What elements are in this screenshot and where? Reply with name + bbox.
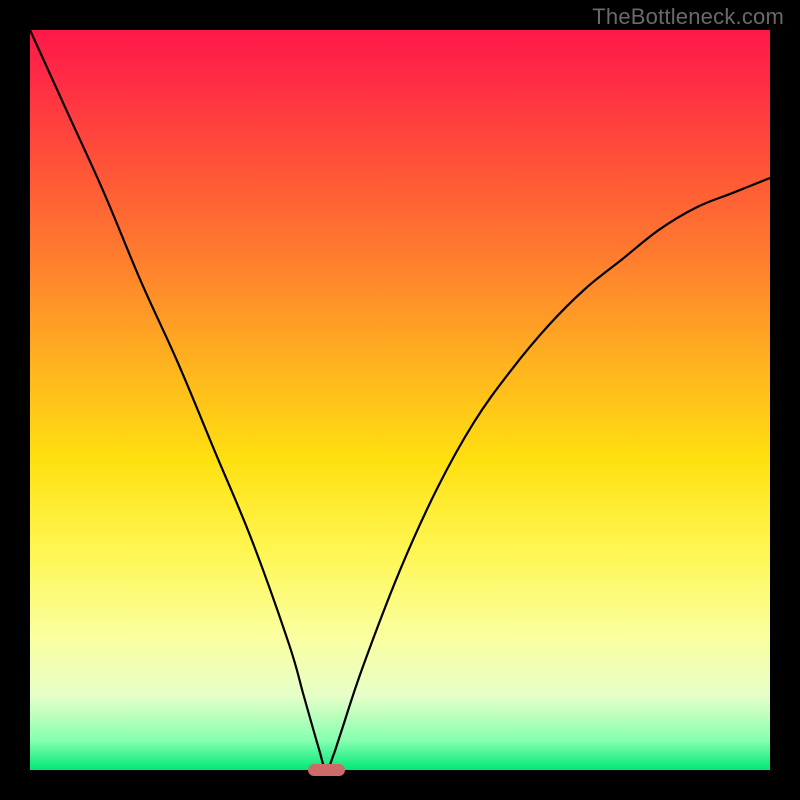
watermark-label: TheBottleneck.com <box>592 4 784 30</box>
bottleneck-curve <box>30 30 770 770</box>
plot-area <box>30 30 770 770</box>
optimal-marker <box>308 764 345 776</box>
chart-frame: TheBottleneck.com <box>0 0 800 800</box>
curve-path <box>30 30 770 770</box>
